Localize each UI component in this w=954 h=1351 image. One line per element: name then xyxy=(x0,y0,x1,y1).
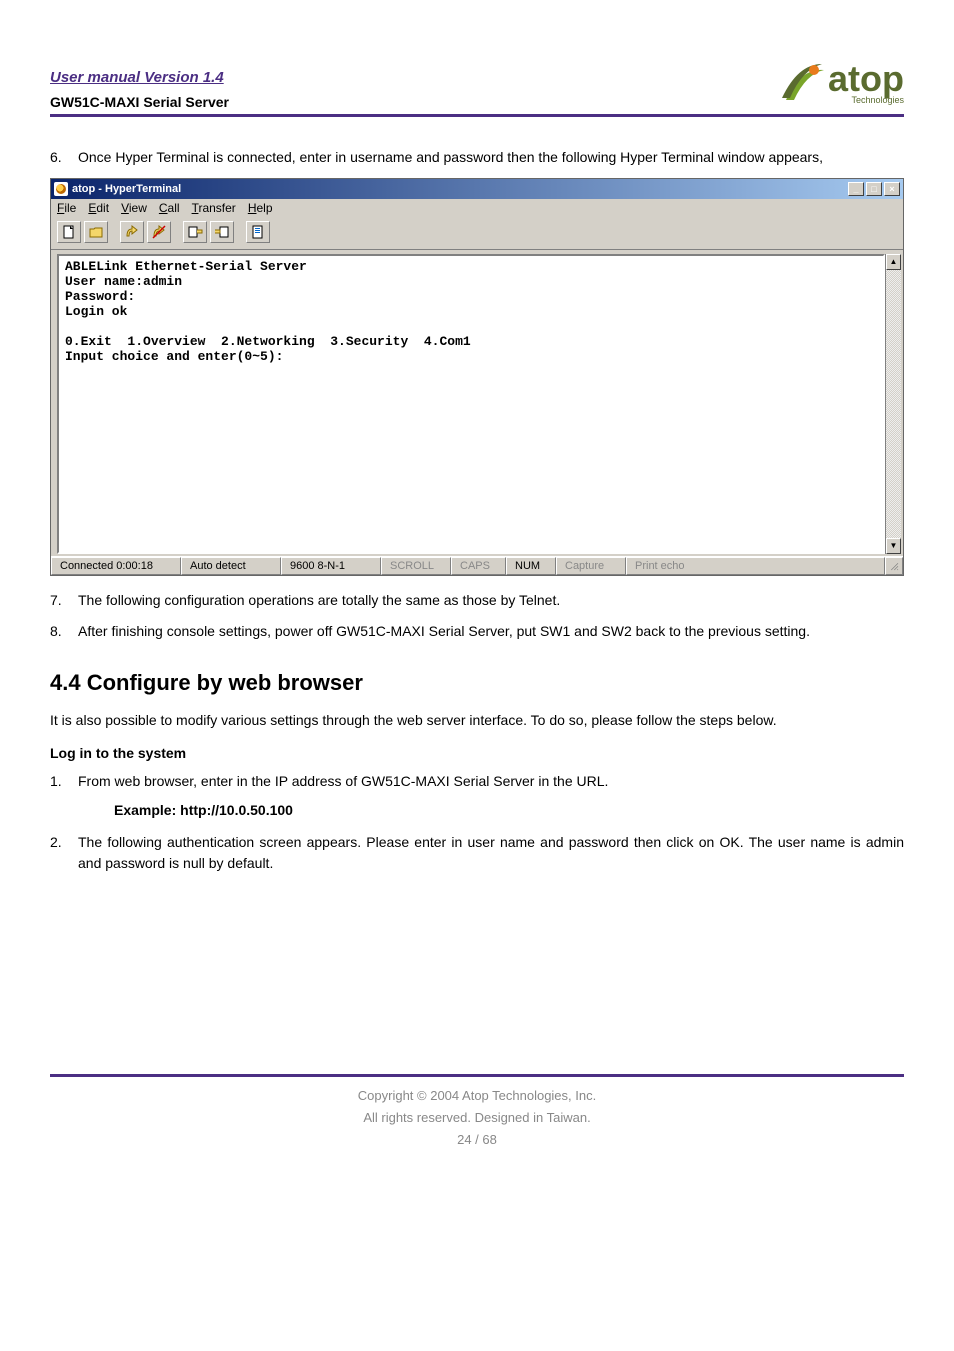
menu-call[interactable]: Call xyxy=(159,201,180,215)
item-number: 7. xyxy=(50,590,78,611)
resize-grip-icon[interactable] xyxy=(885,557,903,575)
open-icon[interactable] xyxy=(84,221,108,243)
manual-version: User manual Version 1.4 xyxy=(50,69,224,86)
list-item: 2. The following authentication screen a… xyxy=(50,832,904,874)
example-url: Example: http://10.0.50.100 xyxy=(114,802,904,818)
status-caps: CAPS xyxy=(451,557,506,575)
maximize-button[interactable]: □ xyxy=(866,182,882,196)
item-text: The following authentication screen appe… xyxy=(78,832,904,874)
logo-swish-icon xyxy=(780,60,826,106)
brand-logo: atop Technologies xyxy=(780,60,904,106)
menu-file[interactable]: File xyxy=(57,201,76,215)
logo-text-col: atop Technologies xyxy=(828,61,904,105)
page-header: User manual Version 1.4 GW51C-MAXI Seria… xyxy=(50,60,904,117)
list-item: 6. Once Hyper Terminal is connected, ent… xyxy=(50,147,904,168)
scroll-down-icon[interactable]: ▼ xyxy=(886,538,901,554)
connect-icon[interactable] xyxy=(120,221,144,243)
status-detect: Auto detect xyxy=(181,557,281,575)
terminal-area: ABLELink Ethernet-Serial Server User nam… xyxy=(51,250,903,556)
section-intro: It is also possible to modify various se… xyxy=(50,710,904,731)
footer-rights: All rights reserved. Designed in Taiwan. xyxy=(50,1107,904,1129)
new-icon[interactable] xyxy=(57,221,81,243)
window-buttons: _ □ × xyxy=(848,182,900,196)
terminal-output[interactable]: ABLELink Ethernet-Serial Server User nam… xyxy=(57,254,885,554)
status-capture: Capture xyxy=(556,557,626,575)
properties-icon[interactable] xyxy=(246,221,270,243)
login-steps: 1. From web browser, enter in the IP add… xyxy=(50,771,904,792)
vertical-scrollbar[interactable]: ▲ ▼ xyxy=(885,254,901,554)
window-titlebar: atop - HyperTerminal _ □ × xyxy=(51,179,903,199)
window-title: atop - HyperTerminal xyxy=(72,183,848,195)
status-echo: Print echo xyxy=(626,557,885,575)
menu-view[interactable]: View xyxy=(121,201,147,215)
list-item: 1. From web browser, enter in the IP add… xyxy=(50,771,904,792)
menu-edit[interactable]: Edit xyxy=(88,201,109,215)
footer-copyright: Copyright © 2004 Atop Technologies, Inc. xyxy=(50,1085,904,1107)
page-footer: Copyright © 2004 Atop Technologies, Inc.… xyxy=(50,1074,904,1151)
toolbar xyxy=(51,217,903,250)
product-title: GW51C-MAXI Serial Server xyxy=(50,94,229,110)
item-number: 8. xyxy=(50,621,78,642)
close-button[interactable]: × xyxy=(884,182,900,196)
hyperterminal-window: atop - HyperTerminal _ □ × File Edit Vie… xyxy=(50,178,904,576)
instruction-list-2: 7. The following configuration operation… xyxy=(50,590,904,642)
item-number: 1. xyxy=(50,771,78,792)
list-item: 7. The following configuration operation… xyxy=(50,590,904,611)
item-number: 2. xyxy=(50,832,78,874)
item-text: From web browser, enter in the IP addres… xyxy=(78,771,904,792)
minimize-button[interactable]: _ xyxy=(848,182,864,196)
footer-page: 24 / 68 xyxy=(50,1129,904,1151)
list-item: 8. After finishing console settings, pow… xyxy=(50,621,904,642)
item-text: Once Hyper Terminal is connected, enter … xyxy=(78,147,904,168)
app-icon xyxy=(54,182,68,196)
login-subhead: Log in to the system xyxy=(50,745,904,761)
status-scroll: SCROLL xyxy=(381,557,451,575)
scroll-track[interactable] xyxy=(886,270,901,538)
page-content: 6. Once Hyper Terminal is connected, ent… xyxy=(50,147,904,874)
login-steps-2: 2. The following authentication screen a… xyxy=(50,832,904,874)
scroll-up-icon[interactable]: ▲ xyxy=(886,254,901,270)
send-icon[interactable] xyxy=(183,221,207,243)
status-num: NUM xyxy=(506,557,556,575)
menu-bar: File Edit View Call Transfer Help xyxy=(51,199,903,217)
status-bar: Connected 0:00:18 Auto detect 9600 8-N-1… xyxy=(51,556,903,575)
status-connected: Connected 0:00:18 xyxy=(51,557,181,575)
status-baud: 9600 8-N-1 xyxy=(281,557,381,575)
menu-transfer[interactable]: Transfer xyxy=(192,201,236,215)
logo-text: atop xyxy=(828,61,904,97)
logo-subtext: Technologies xyxy=(828,95,904,105)
item-text: After finishing console settings, power … xyxy=(78,621,904,642)
item-number: 6. xyxy=(50,147,78,168)
menu-help[interactable]: Help xyxy=(248,201,273,215)
instruction-list-1: 6. Once Hyper Terminal is connected, ent… xyxy=(50,147,904,168)
receive-icon[interactable] xyxy=(210,221,234,243)
section-heading: 4.4 Configure by web browser xyxy=(50,670,904,696)
header-left: User manual Version 1.4 GW51C-MAXI Seria… xyxy=(50,69,780,110)
disconnect-icon[interactable] xyxy=(147,221,171,243)
item-text: The following configuration operations a… xyxy=(78,590,904,611)
